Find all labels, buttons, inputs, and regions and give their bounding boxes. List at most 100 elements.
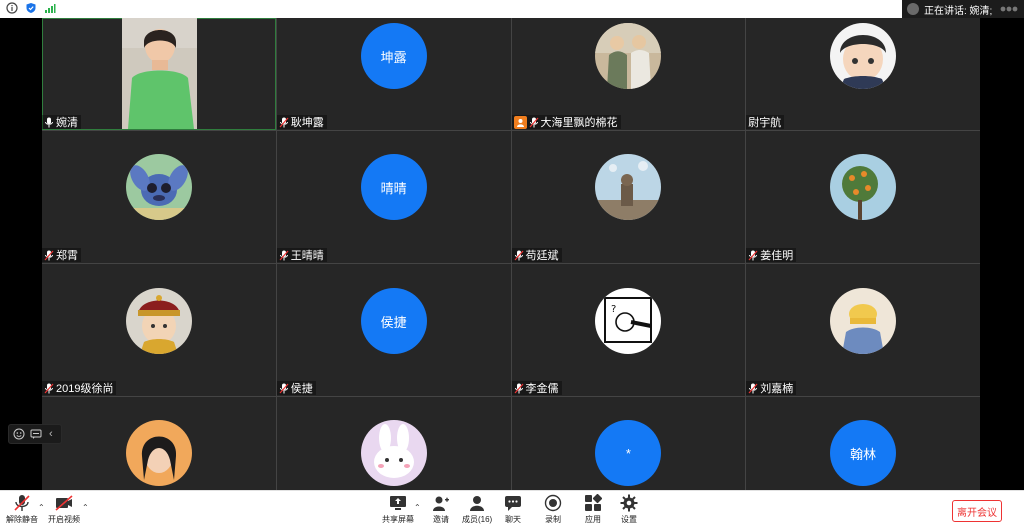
- mic-muted-icon: [279, 250, 289, 260]
- participant-avatar: [595, 154, 662, 220]
- participant-tile[interactable]: *: [511, 397, 746, 493]
- unmute-button[interactable]: 解除静音: [6, 494, 38, 525]
- record-icon: [544, 494, 562, 512]
- shield-icon[interactable]: [25, 2, 37, 14]
- leave-meeting-button[interactable]: 离开会议: [952, 500, 1002, 522]
- participant-tile[interactable]: ? 李金儒: [511, 264, 746, 396]
- participant-avatar: 晴晴: [360, 154, 427, 220]
- camera-off-icon: [55, 495, 73, 511]
- add-user-icon: [433, 496, 449, 511]
- participant-avatar: ?: [595, 288, 662, 354]
- members-icon: [470, 496, 485, 511]
- participant-tile[interactable]: 姜佳明: [746, 131, 980, 263]
- participant-avatar: *: [595, 420, 662, 486]
- participant-tile[interactable]: 大海里飘的棉花: [511, 18, 746, 130]
- svg-text:?: ?: [611, 304, 616, 315]
- participant-name-bar: 侯捷: [276, 381, 316, 395]
- gear-icon: [620, 494, 638, 512]
- unmute-label: 解除静音: [6, 515, 38, 524]
- mic-muted-icon: [748, 383, 758, 393]
- collapse-chevron-icon[interactable]: ‹: [49, 428, 53, 440]
- host-badge-icon: [513, 115, 527, 129]
- network-signal-icon[interactable]: [44, 2, 56, 14]
- invite-button[interactable]: 邀请: [432, 494, 450, 525]
- members-button[interactable]: 成员(16): [462, 494, 492, 525]
- participant-tile[interactable]: 苟廷斌: [511, 131, 746, 263]
- participant-tile[interactable]: 翰林: [746, 397, 980, 493]
- avatar-initials: 晴晴: [380, 180, 407, 196]
- participant-name: 耿坤露: [290, 117, 324, 129]
- emoji-icon[interactable]: [13, 428, 25, 440]
- share-screen-button[interactable]: 共享屏幕: [382, 494, 414, 525]
- participant-grid: 婉清 坤露 耿坤露 大海里飘的棉花 尉宇航 郑霄 晴晴 王晴晴 苟廷斌 姜佳明 …: [42, 18, 980, 493]
- record-button[interactable]: 录制: [544, 494, 562, 525]
- participant-tile[interactable]: 2019级徐尚: [42, 264, 276, 396]
- participant-name: 侯捷: [290, 383, 313, 395]
- participant-tile[interactable]: 刘嘉楠: [746, 264, 980, 396]
- apps-grid-icon: [585, 494, 602, 511]
- invite-label: 邀请: [433, 515, 449, 524]
- mic-muted-icon: [748, 250, 758, 260]
- participant-tile[interactable]: 坤露 耿坤露: [276, 18, 511, 130]
- speaker-avatar: [907, 3, 919, 15]
- participant-name: 尉宇航: [748, 117, 782, 129]
- more-options-icon[interactable]: [1000, 3, 1018, 15]
- audio-options-caret-icon[interactable]: ⌃: [38, 503, 45, 512]
- participant-name: 姜佳明: [760, 250, 794, 262]
- members-label: 成员(16): [462, 515, 493, 524]
- participant-name: 婉清: [56, 117, 78, 129]
- floating-side-controls: ‹: [8, 424, 62, 444]
- participant-tile[interactable]: 晴晴 王晴晴: [276, 131, 511, 263]
- participant-name: 大海里飘的棉花: [540, 117, 618, 129]
- participant-avatar: [125, 420, 192, 486]
- left-margin: [0, 18, 42, 490]
- mic-icon: [45, 117, 53, 127]
- participant-tile[interactable]: 尉宇航: [746, 18, 980, 130]
- apps-label: 应用: [585, 515, 601, 524]
- participant-tile[interactable]: [276, 397, 511, 493]
- chat-bubble-icon[interactable]: [30, 428, 42, 440]
- mic-muted-icon: [44, 383, 54, 393]
- participant-avatar: [125, 154, 192, 220]
- avatar-initials: *: [625, 445, 631, 461]
- participant-name-bar: 2019级徐尚: [42, 381, 117, 395]
- share-options-caret-icon[interactable]: ⌃: [414, 503, 421, 512]
- video-options-caret-icon[interactable]: ⌃: [82, 503, 89, 512]
- participant-name-bar: 大海里飘的棉花: [511, 115, 621, 129]
- participant-tile[interactable]: 婉清: [42, 18, 276, 130]
- chat-button[interactable]: 聊天: [504, 494, 522, 525]
- mic-muted-icon: [529, 117, 538, 127]
- participant-name-bar: 王晴晴: [276, 248, 327, 262]
- participant-name-bar: 刘嘉楠: [746, 381, 797, 395]
- participant-avatar: 侯捷: [360, 288, 427, 354]
- chat-icon: [505, 496, 521, 511]
- avatar-initials: 翰林: [850, 446, 877, 462]
- participant-name: 刘嘉楠: [760, 383, 794, 395]
- participant-avatar: 翰林: [830, 420, 897, 486]
- participant-tile[interactable]: 侯捷 侯捷: [276, 264, 511, 396]
- participant-tile[interactable]: 郑霄: [42, 131, 276, 263]
- mic-muted-icon: [279, 383, 289, 393]
- participant-avatar: [125, 288, 192, 354]
- participant-name: 苟廷斌: [525, 250, 559, 262]
- avatar-initials: 坤露: [380, 49, 407, 65]
- participant-name: 郑霄: [56, 250, 78, 262]
- participant-video: [122, 18, 197, 129]
- participant-name-bar: 姜佳明: [746, 248, 797, 262]
- participant-name: 李金儒: [525, 383, 559, 395]
- mic-muted-icon: [44, 250, 54, 260]
- info-icon[interactable]: [6, 2, 18, 14]
- mic-muted-icon: [14, 495, 30, 511]
- mic-muted-icon: [514, 383, 523, 393]
- apps-button[interactable]: 应用: [584, 494, 602, 525]
- settings-button[interactable]: 设置: [620, 494, 638, 525]
- start-video-label: 开启视频: [48, 515, 80, 524]
- start-video-button[interactable]: 开启视频: [48, 494, 80, 525]
- participant-name-bar: 尉宇航: [746, 115, 785, 129]
- chat-label: 聊天: [505, 515, 521, 524]
- speaking-label: 正在讲话: 婉清;: [924, 5, 993, 17]
- share-screen-icon: [390, 496, 406, 510]
- mic-muted-icon: [279, 117, 289, 127]
- participant-tile[interactable]: [42, 397, 276, 493]
- leave-meeting-label: 离开会议: [957, 507, 997, 519]
